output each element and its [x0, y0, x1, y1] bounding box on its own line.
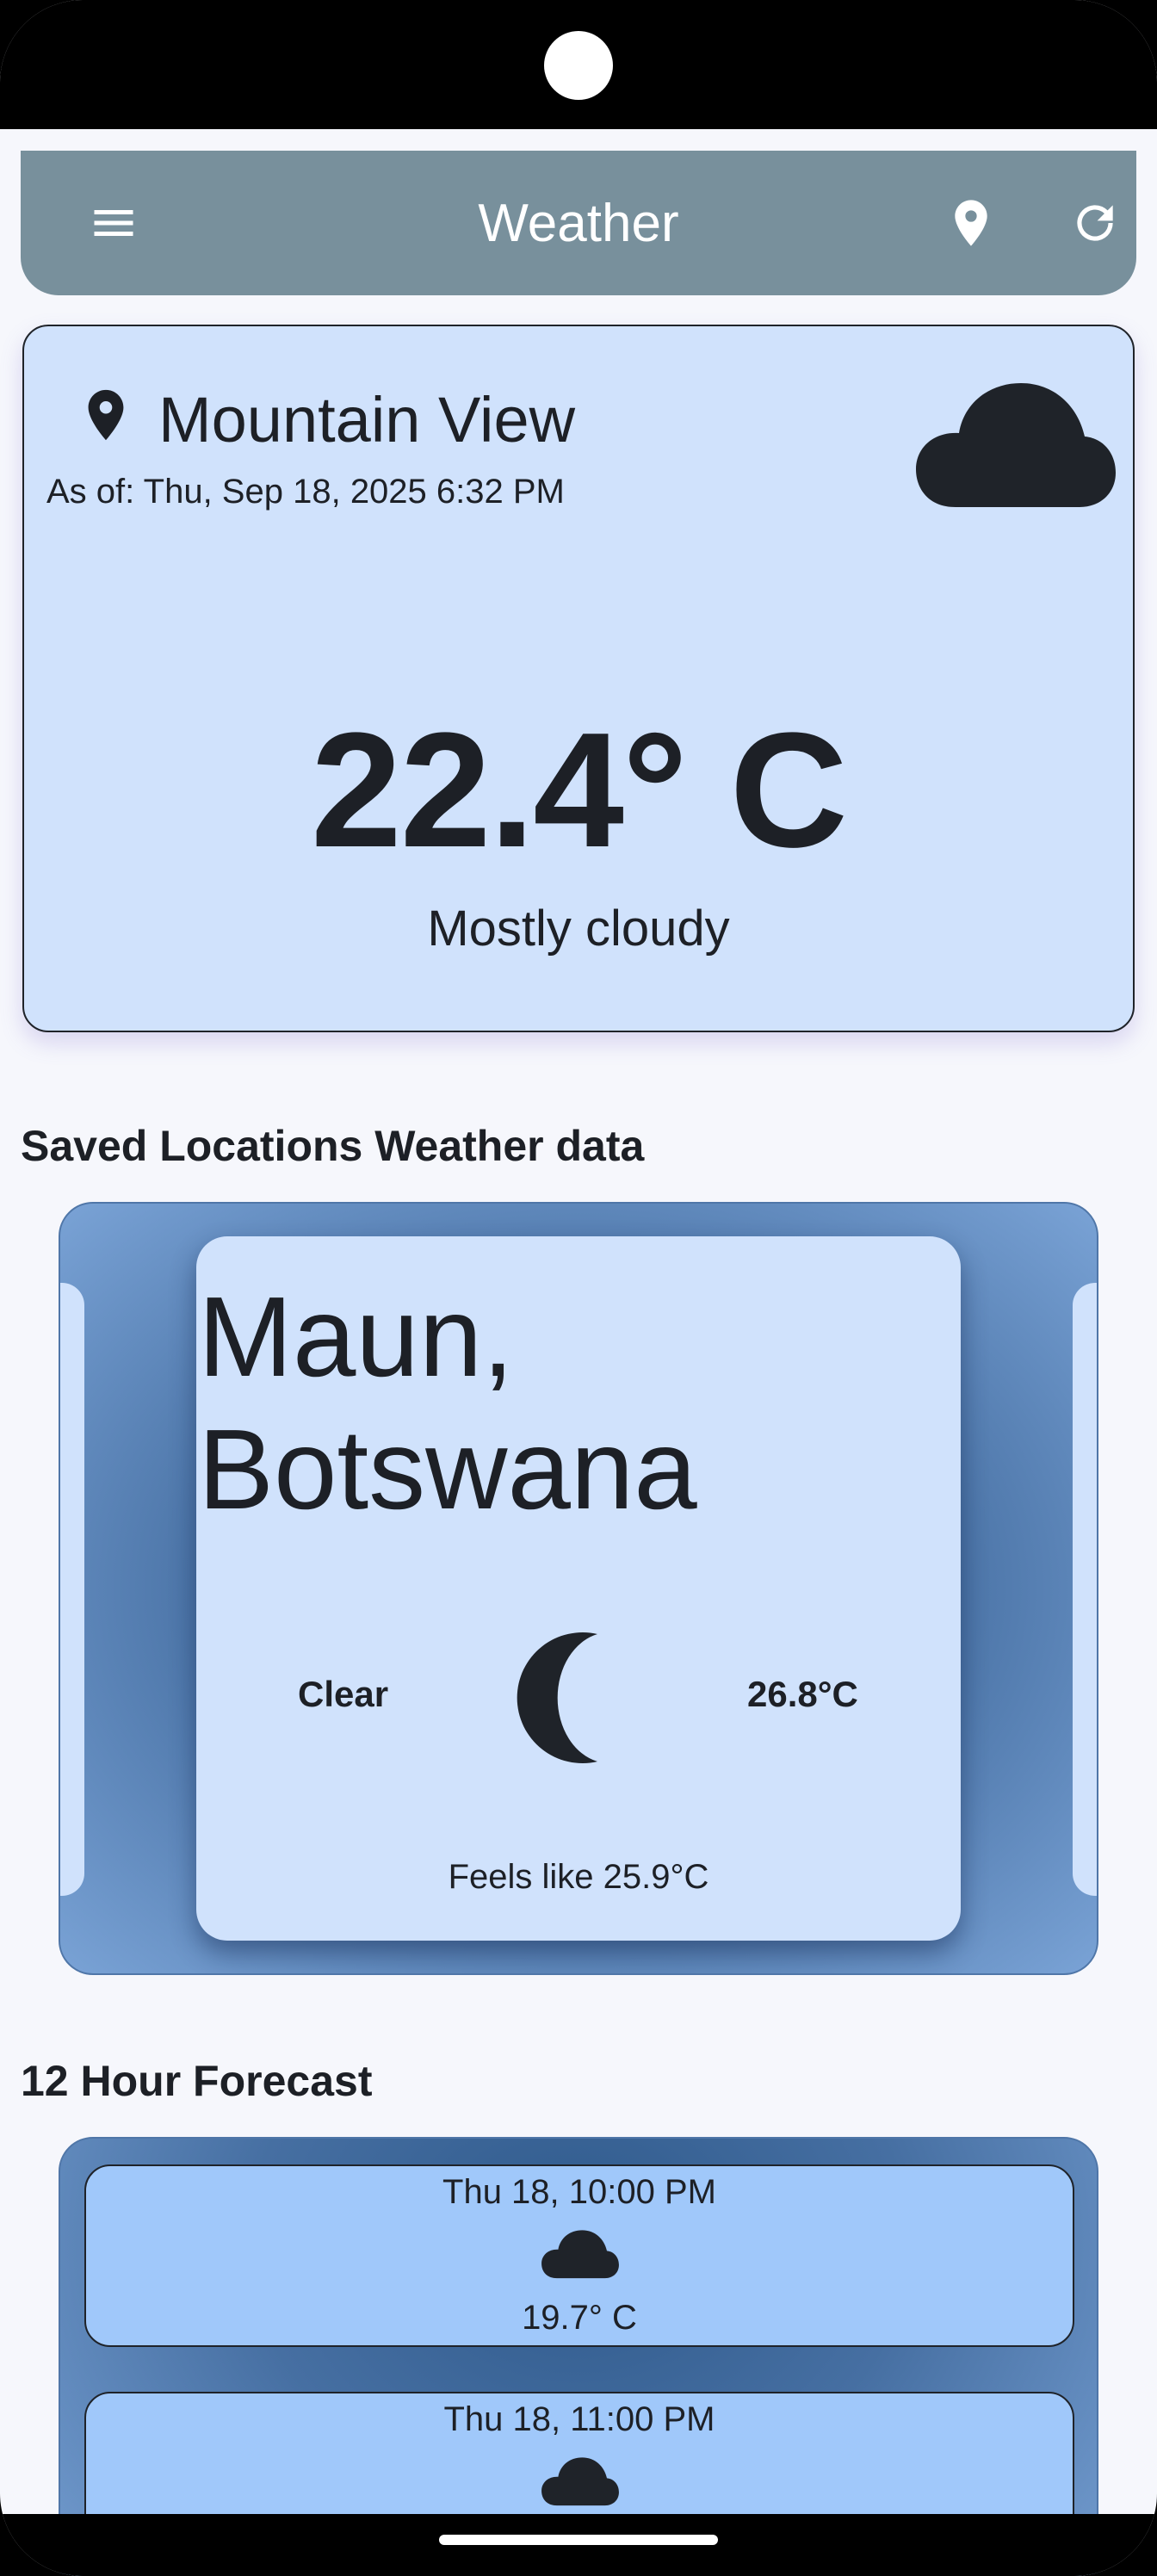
- location-button[interactable]: [928, 180, 1014, 266]
- forecast-time: Thu 18, 10:00 PM: [442, 2173, 716, 2211]
- saved-location-temperature: 26.8°C: [747, 1674, 858, 1714]
- menu-button[interactable]: [71, 180, 157, 266]
- app-bar: Weather: [21, 151, 1136, 295]
- app-title: Weather: [478, 193, 679, 253]
- forecast-item[interactable]: Thu 18, 10:00 PM 19.7° C: [84, 2164, 1074, 2347]
- current-weather-card[interactable]: Mountain View As of: Thu, Sep 18, 2025 6…: [22, 325, 1135, 1032]
- menu-icon: [94, 210, 133, 236]
- refresh-icon: [1077, 205, 1113, 241]
- system-navigation-bar: [0, 2514, 1157, 2576]
- cloud-icon: [916, 383, 1116, 507]
- cloud-icon: [541, 2457, 619, 2506]
- saved-location-name: Maun, Botswana: [198, 1273, 697, 1533]
- phone-screen: Weather Mountain View As of: Thu, Sep 18…: [0, 0, 1157, 2576]
- location-pin-icon: [955, 200, 987, 246]
- next-card-peek[interactable]: [1073, 1283, 1097, 1896]
- front-camera: [544, 31, 613, 100]
- forecast-time: Thu 18, 11:00 PM: [443, 2400, 715, 2438]
- saved-location-card[interactable]: Maun, Botswana Clear 26.8°C Feels like 2…: [196, 1236, 961, 1941]
- forecast-temperature: 19.7° C: [522, 2299, 637, 2337]
- saved-locations-carousel[interactable]: Maun, Botswana Clear 26.8°C Feels like 2…: [59, 1202, 1098, 1975]
- current-location-name: Mountain View: [158, 384, 576, 455]
- saved-locations-heading: Saved Locations Weather data: [21, 1122, 645, 1170]
- saved-location-condition: Clear: [298, 1674, 389, 1714]
- current-temperature: 22.4° C: [311, 699, 848, 882]
- forecast-list[interactable]: Thu 18, 10:00 PM 19.7° C Thu 18, 11:00 P…: [59, 2137, 1098, 2576]
- status-bar: [0, 0, 1157, 129]
- saved-location-feels-like: Feels like 25.9°C: [448, 1858, 709, 1896]
- current-condition: Mostly cloudy: [427, 901, 730, 957]
- forecast-heading: 12 Hour Forecast: [21, 2057, 373, 2105]
- previous-card-peek[interactable]: [60, 1283, 84, 1896]
- cloud-icon: [541, 2230, 619, 2279]
- home-gesture-handle[interactable]: [439, 2535, 718, 2545]
- refresh-button[interactable]: [1052, 180, 1138, 266]
- moon-icon: [517, 1632, 597, 1763]
- location-pin-icon: [88, 389, 124, 441]
- as-of-timestamp: As of: Thu, Sep 18, 2025 6:32 PM: [46, 473, 565, 511]
